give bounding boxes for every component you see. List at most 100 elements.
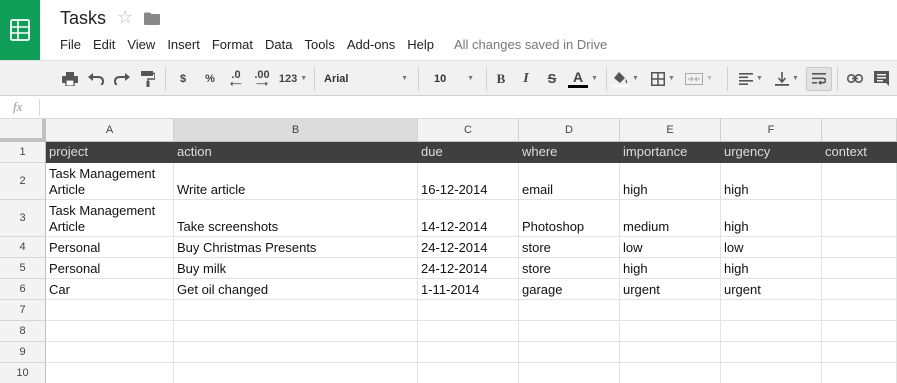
fill-color-button[interactable]: ▼	[611, 61, 641, 96]
column-header-d[interactable]: D	[519, 119, 620, 142]
row-header-3[interactable]: 3	[0, 200, 46, 237]
cell-e8[interactable]	[620, 321, 721, 342]
cell-a1[interactable]: project	[46, 142, 174, 163]
cell-d10[interactable]	[519, 363, 620, 383]
cell-g5[interactable]	[822, 258, 897, 279]
cell-a7[interactable]	[46, 300, 174, 321]
strikethrough-button[interactable]: S	[541, 61, 563, 96]
cell-f7[interactable]	[721, 300, 822, 321]
cell-g7[interactable]	[822, 300, 897, 321]
row-header-4[interactable]: 4	[0, 237, 46, 258]
column-header-e[interactable]: E	[620, 119, 721, 142]
cell-b1[interactable]: action	[174, 142, 418, 163]
cell-b7[interactable]	[174, 300, 418, 321]
cell-f2[interactable]: high	[721, 163, 822, 200]
cell-a9[interactable]	[46, 342, 174, 363]
cell-b2[interactable]: Write article	[174, 163, 418, 200]
menu-view[interactable]: View	[121, 37, 161, 53]
vertical-align-button[interactable]: ▼	[770, 61, 804, 96]
save-status[interactable]: All changes saved in Drive	[454, 37, 607, 53]
cell-b5[interactable]: Buy milk	[174, 258, 418, 279]
cell-c7[interactable]	[418, 300, 519, 321]
cell-f3[interactable]: high	[721, 200, 822, 237]
wrap-text-button[interactable]	[806, 67, 832, 91]
decrease-decimals-button[interactable]: .0 ⟵	[224, 61, 248, 96]
cell-e7[interactable]	[620, 300, 721, 321]
sheets-logo-icon[interactable]	[0, 0, 40, 60]
cell-c4[interactable]: 24-12-2014	[418, 237, 519, 258]
cell-b8[interactable]	[174, 321, 418, 342]
cell-b3[interactable]: Take screenshots	[174, 200, 418, 237]
menu-file[interactable]: File	[54, 37, 87, 53]
cell-c9[interactable]	[418, 342, 519, 363]
menu-data[interactable]: Data	[259, 37, 298, 53]
cell-e2[interactable]: high	[620, 163, 721, 200]
cell-c5[interactable]: 24-12-2014	[418, 258, 519, 279]
cell-c2[interactable]: 16-12-2014	[418, 163, 519, 200]
cell-b6[interactable]: Get oil changed	[174, 279, 418, 300]
cell-a5[interactable]: Personal	[46, 258, 174, 279]
cell-g3[interactable]	[822, 200, 897, 237]
cell-e6[interactable]: urgent	[620, 279, 721, 300]
font-family-dropdown[interactable]: Arial ▼	[320, 61, 412, 96]
bold-button[interactable]: B	[490, 61, 512, 96]
row-header-8[interactable]: 8	[0, 321, 46, 342]
cell-c1[interactable]: due	[418, 142, 519, 163]
cell-d4[interactable]: store	[519, 237, 620, 258]
menu-edit[interactable]: Edit	[87, 37, 121, 53]
cell-e9[interactable]	[620, 342, 721, 363]
column-header-a[interactable]: A	[46, 119, 174, 142]
document-title[interactable]: Tasks	[60, 8, 106, 29]
cell-g1[interactable]: context	[822, 142, 897, 163]
row-header-6[interactable]: 6	[0, 279, 46, 300]
cell-f4[interactable]: low	[721, 237, 822, 258]
cell-a4[interactable]: Personal	[46, 237, 174, 258]
cell-f8[interactable]	[721, 321, 822, 342]
cell-f10[interactable]	[721, 363, 822, 383]
cell-g2[interactable]	[822, 163, 897, 200]
paint-format-icon[interactable]	[136, 61, 160, 96]
cell-c3[interactable]: 14-12-2014	[418, 200, 519, 237]
undo-icon[interactable]	[84, 61, 108, 96]
folder-icon[interactable]	[144, 12, 160, 30]
horizontal-align-button[interactable]: ▼	[734, 61, 768, 96]
insert-comment-button[interactable]	[869, 61, 893, 96]
row-header-1[interactable]: 1	[0, 142, 46, 163]
merge-cells-button[interactable]: ▼	[682, 61, 716, 96]
menu-addons[interactable]: Add-ons	[341, 37, 401, 53]
print-icon[interactable]	[58, 61, 82, 96]
cell-e3[interactable]: medium	[620, 200, 721, 237]
cell-f5[interactable]: high	[721, 258, 822, 279]
cell-g6[interactable]	[822, 279, 897, 300]
cell-b4[interactable]: Buy Christmas Presents	[174, 237, 418, 258]
cell-g10[interactable]	[822, 363, 897, 383]
select-all-corner[interactable]	[0, 119, 46, 142]
cell-d9[interactable]	[519, 342, 620, 363]
cell-d5[interactable]: store	[519, 258, 620, 279]
cell-e10[interactable]	[620, 363, 721, 383]
menu-format[interactable]: Format	[206, 37, 259, 53]
cell-d2[interactable]: email	[519, 163, 620, 200]
column-header-f[interactable]: F	[721, 119, 822, 142]
cell-e5[interactable]: high	[620, 258, 721, 279]
menu-tools[interactable]: Tools	[298, 37, 340, 53]
cell-d3[interactable]: Photoshop	[519, 200, 620, 237]
cell-b10[interactable]	[174, 363, 418, 383]
cell-a6[interactable]: Car	[46, 279, 174, 300]
cell-d6[interactable]: garage	[519, 279, 620, 300]
borders-button[interactable]: ▼	[647, 61, 679, 96]
redo-icon[interactable]	[110, 61, 134, 96]
text-color-button[interactable]: A ▼	[565, 61, 601, 96]
star-icon[interactable]: ☆	[117, 7, 133, 28]
cell-e4[interactable]: low	[620, 237, 721, 258]
cell-g4[interactable]	[822, 237, 897, 258]
cell-c10[interactable]	[418, 363, 519, 383]
row-header-10[interactable]: 10	[0, 363, 46, 383]
column-header-b[interactable]: B	[174, 119, 418, 142]
cell-d1[interactable]: where	[519, 142, 620, 163]
cell-a2[interactable]: Task Management Article	[46, 163, 174, 200]
cell-d8[interactable]	[519, 321, 620, 342]
column-header-g[interactable]	[822, 119, 897, 142]
cell-e1[interactable]: importance	[620, 142, 721, 163]
cell-f6[interactable]: urgent	[721, 279, 822, 300]
